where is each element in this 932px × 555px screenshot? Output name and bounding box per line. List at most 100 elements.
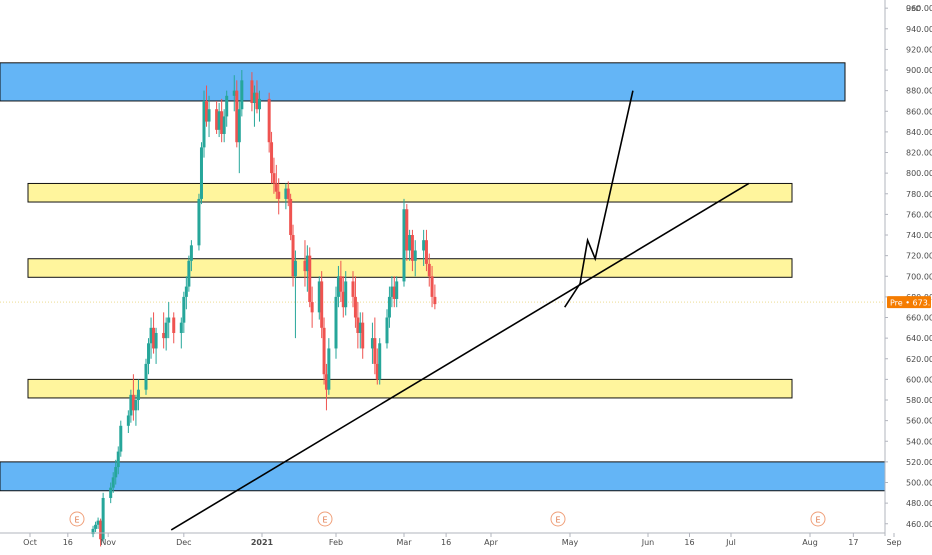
y-tick-label: 780.00 — [906, 190, 932, 199]
candle — [402, 198, 406, 287]
candle-body — [167, 317, 171, 323]
candle-body — [199, 147, 203, 199]
earnings-marker: E — [69, 511, 85, 527]
y-tick-label: 500.00 — [906, 479, 932, 488]
zone-supply-0 — [0, 62, 846, 102]
y-tick-label: 860.00 — [906, 107, 932, 116]
candle-body — [182, 296, 186, 323]
candle-body — [427, 263, 431, 277]
candle-body — [94, 524, 98, 529]
candle-body — [373, 338, 377, 364]
candle-body — [189, 245, 193, 261]
candle — [199, 142, 203, 205]
x-tick-label: Jul — [725, 538, 736, 547]
x-tick-label: Sep — [886, 538, 901, 547]
y-tick-label: 720.00 — [906, 252, 932, 261]
zone-level-2 — [27, 258, 793, 278]
y-tick-label: 520.00 — [906, 458, 932, 467]
candle-body — [277, 191, 281, 199]
candle-body — [136, 389, 140, 401]
candle-body — [433, 296, 437, 305]
y-tick-label: 700.00 — [906, 272, 932, 281]
candle-body — [197, 198, 201, 246]
candle-body — [351, 281, 355, 297]
candle-body — [378, 343, 382, 380]
x-tick-label: Feb — [329, 538, 343, 547]
candle-body — [424, 240, 428, 264]
candle-body — [111, 477, 115, 488]
earnings-marker: E — [810, 511, 826, 527]
candle-body — [147, 343, 151, 364]
y-tick-label: 800.00 — [906, 169, 932, 178]
candle-body — [187, 260, 191, 287]
earnings-marker: E — [550, 511, 566, 527]
candle-body — [116, 451, 120, 468]
candle-body — [237, 109, 241, 143]
candle — [144, 358, 148, 395]
candle-body — [222, 116, 226, 134]
y-tick-label: 640.00 — [906, 334, 932, 343]
x-tick-label: 16 — [441, 538, 451, 547]
candle-body — [410, 235, 414, 261]
y-tick-label: 760.00 — [906, 210, 932, 219]
y-tick-label: 900.00 — [906, 66, 932, 75]
price-badge: Pre • 673.75 — [887, 296, 932, 309]
y-tick-label: 880.00 — [906, 87, 932, 96]
candle-body — [286, 188, 290, 199]
price-badge-text: Pre • 673.75 — [890, 299, 932, 308]
y-axis[interactable]: USD460.00480.00500.00520.00540.00560.005… — [884, 0, 932, 550]
candle-body — [240, 80, 244, 110]
earnings-marker: E — [317, 511, 333, 527]
candle-body — [339, 276, 343, 292]
y-tick-label: 460.00 — [906, 520, 932, 529]
x-tick-label: 17 — [848, 538, 858, 547]
zone-demand-4 — [0, 461, 895, 492]
candle-body — [320, 281, 324, 328]
candle-body — [353, 296, 357, 318]
earnings-marker-label: E — [322, 516, 327, 525]
candle-body — [114, 467, 118, 478]
y-tick-label: 820.00 — [906, 149, 932, 158]
candle — [197, 193, 201, 251]
x-tick-label: Dec — [176, 538, 191, 547]
candle-body — [274, 183, 278, 192]
candle-body — [164, 322, 168, 339]
y-tick-label: 600.00 — [906, 375, 932, 384]
zone-level-3 — [27, 378, 793, 399]
price-chart[interactable]: EEEE USD 460.00 480.00 500.00 520.00 540.00 56… — [0, 0, 932, 550]
earnings-marker-label: E — [815, 516, 820, 525]
zone-level-1 — [27, 182, 793, 203]
candle-body — [257, 98, 261, 110]
candle-body — [267, 98, 271, 143]
candle-body — [344, 281, 348, 308]
candle-body — [293, 260, 297, 277]
candle-body — [361, 322, 365, 349]
candle-body — [385, 317, 389, 344]
y-tick-label: 560.00 — [906, 417, 932, 426]
candle-body — [126, 415, 130, 426]
x-tick-label: Mar — [396, 538, 412, 547]
candle-body — [270, 142, 274, 174]
candle-body — [422, 240, 426, 251]
candle-body — [413, 250, 417, 261]
candle-body — [184, 286, 188, 297]
y-tick-label: 920.00 — [906, 45, 932, 54]
candle-body — [405, 209, 409, 251]
x-tick-label: Apr — [484, 538, 499, 547]
y-tick-label: 480.00 — [906, 499, 932, 508]
x-tick-label: 2021 — [251, 538, 274, 547]
y-tick-label: 960.00 — [906, 4, 932, 13]
candle-body — [327, 348, 331, 390]
chart-canvas[interactable]: EEEE USD460.00480.00500.00520.00540.0056… — [0, 0, 932, 550]
x-tick-label: 16 — [63, 538, 73, 547]
candle-body — [207, 109, 211, 122]
candle-body — [144, 363, 148, 390]
x-tick-label: May — [562, 538, 579, 547]
candle-body — [272, 173, 276, 184]
candle-body — [179, 322, 183, 333]
x-tick-label: Oct — [23, 538, 37, 547]
candle-body — [395, 281, 399, 299]
candle — [378, 338, 382, 385]
candle — [308, 247, 312, 308]
candle-body — [289, 198, 293, 236]
